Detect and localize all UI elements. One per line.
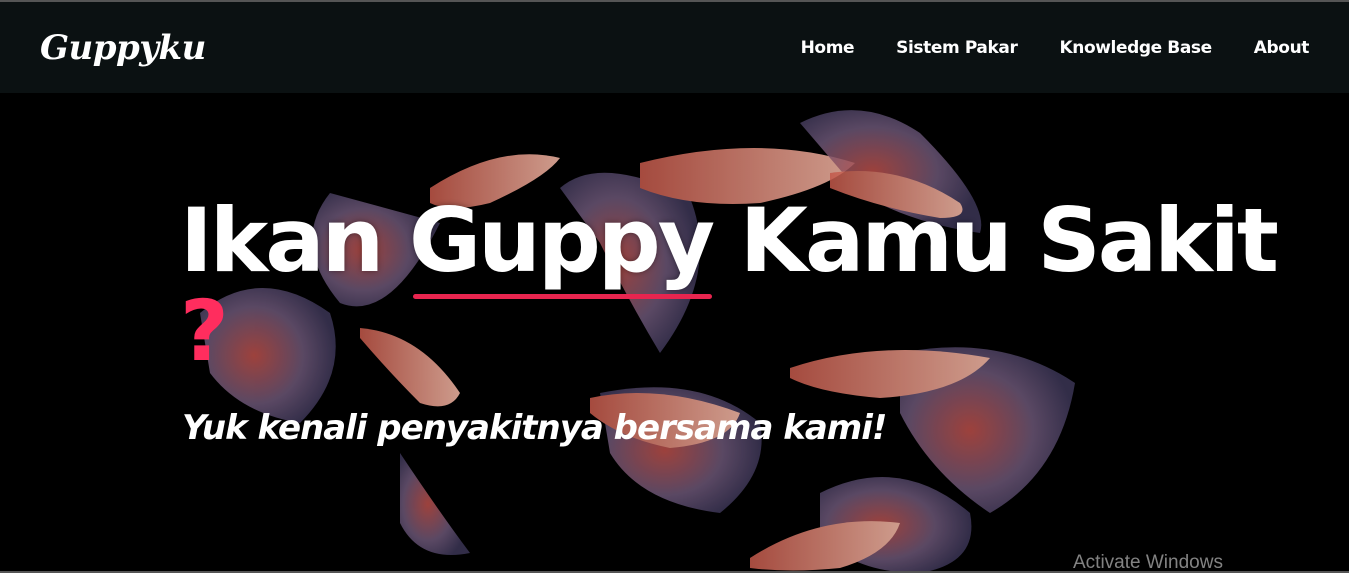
hero-subtitle: Yuk kenali penyakitnya bersama kami! xyxy=(182,408,887,448)
hero-title-highlight-text: Guppy xyxy=(408,189,715,292)
nav-item-knowledge-base: Knowledge Base xyxy=(1059,38,1212,58)
nav-link-about[interactable]: About xyxy=(1254,38,1310,58)
nav-item-about: About xyxy=(1254,38,1310,58)
nav-link-knowledge-base[interactable]: Knowledge Base xyxy=(1059,38,1212,58)
nav-menu: Home Sistem Pakar Knowledge Base About xyxy=(801,38,1310,58)
question-mark: ? xyxy=(180,282,229,380)
hero-title-highlight: Guppy xyxy=(409,197,715,299)
activate-windows-watermark: Activate Windows xyxy=(1073,552,1223,573)
hero-title-prefix: Ikan xyxy=(180,189,409,292)
hero-title-suffix: Kamu Sakit xyxy=(712,189,1279,292)
hero-title: Ikan Guppy Kamu Sakit xyxy=(180,197,1279,299)
app-frame: Guppyku Home Sistem Pakar Knowledge Base… xyxy=(0,0,1349,573)
highlight-underline xyxy=(412,294,713,299)
brand-logo[interactable]: Guppyku xyxy=(40,28,206,68)
nav-item-sistem-pakar: Sistem Pakar xyxy=(896,38,1018,58)
hero-section: Ikan Guppy Kamu Sakit ? Yuk kenali penya… xyxy=(0,93,1349,573)
nav-link-sistem-pakar[interactable]: Sistem Pakar xyxy=(896,38,1018,58)
nav-item-home: Home xyxy=(801,38,855,58)
navbar: Guppyku Home Sistem Pakar Knowledge Base… xyxy=(0,2,1349,93)
nav-link-home[interactable]: Home xyxy=(801,38,855,58)
